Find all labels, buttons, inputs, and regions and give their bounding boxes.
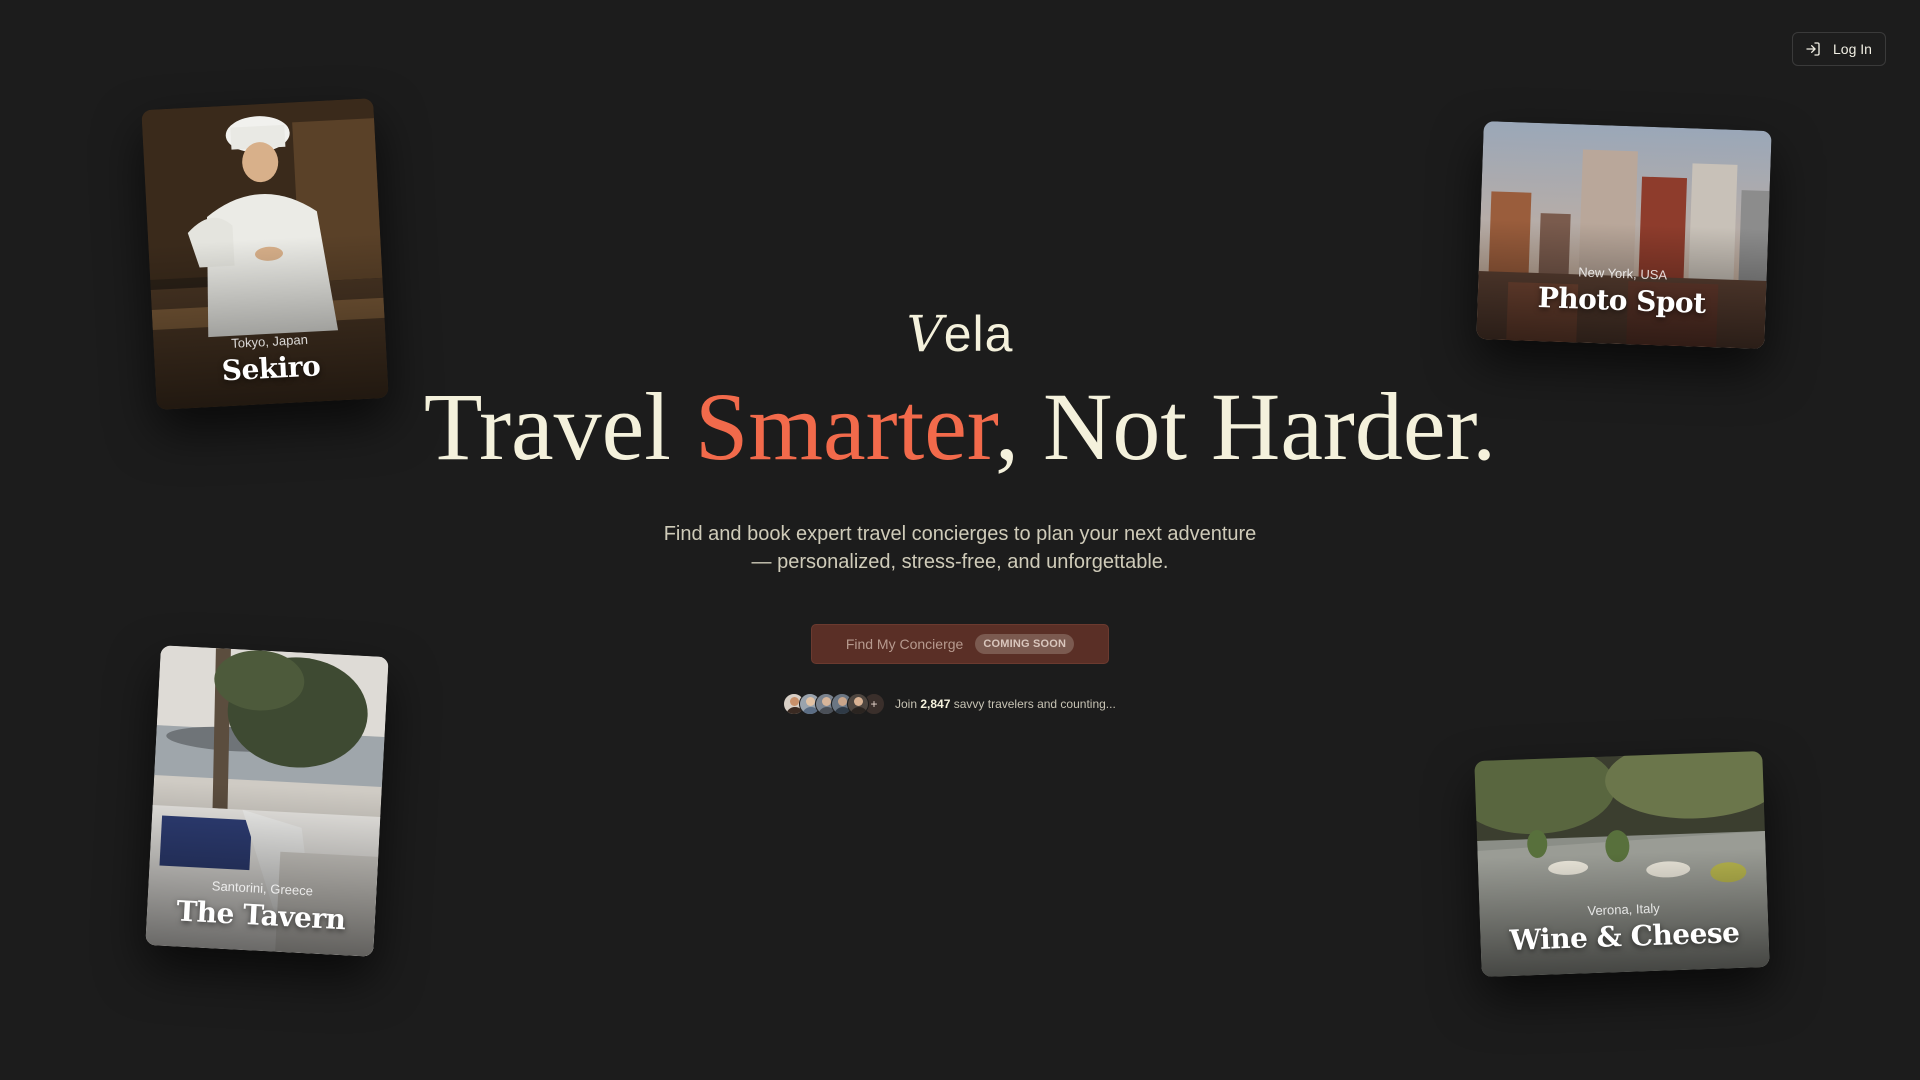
headline-end: , Not Harder. bbox=[994, 373, 1497, 480]
find-my-concierge-button[interactable]: Find My Concierge COMING SOON bbox=[811, 624, 1109, 664]
log-in-label: Log In bbox=[1833, 41, 1872, 57]
destination-card-sekiro[interactable]: Tokyo, Japan Sekiro bbox=[141, 98, 389, 410]
avatar-group: + bbox=[783, 693, 885, 715]
subtitle-line-2: — personalized, stress-free, and unforge… bbox=[751, 551, 1169, 573]
headline-start: Travel bbox=[423, 373, 695, 480]
cta-label: Find My Concierge bbox=[845, 636, 964, 652]
hero-subtitle: Find and book expert travel concierges t… bbox=[560, 520, 1360, 576]
traveler-count: 2,847 bbox=[920, 697, 951, 711]
hero-headline: Travel Smarter, Not Harder. bbox=[0, 372, 1920, 482]
social-proof-text: Join 2,847 savvy travelers and counting.… bbox=[895, 697, 1116, 711]
destination-card-wine-and-cheese[interactable]: Verona, Italy Wine & Cheese bbox=[1474, 751, 1770, 977]
social-proof: + Join 2,847 savvy travelers and countin… bbox=[783, 692, 1116, 716]
log-in-button[interactable]: Log In bbox=[1792, 32, 1886, 66]
brand-logo[interactable]: Vela bbox=[0, 305, 1920, 363]
subtitle-line-1: Find and book expert travel concierges t… bbox=[663, 523, 1257, 545]
destination-card-the-tavern[interactable]: Santorini, Greece The Tavern bbox=[145, 645, 389, 957]
coming-soon-badge: COMING SOON bbox=[975, 634, 1075, 654]
log-in-icon bbox=[1806, 42, 1820, 56]
avatar bbox=[847, 693, 869, 715]
headline-accent: Smarter bbox=[694, 373, 995, 480]
